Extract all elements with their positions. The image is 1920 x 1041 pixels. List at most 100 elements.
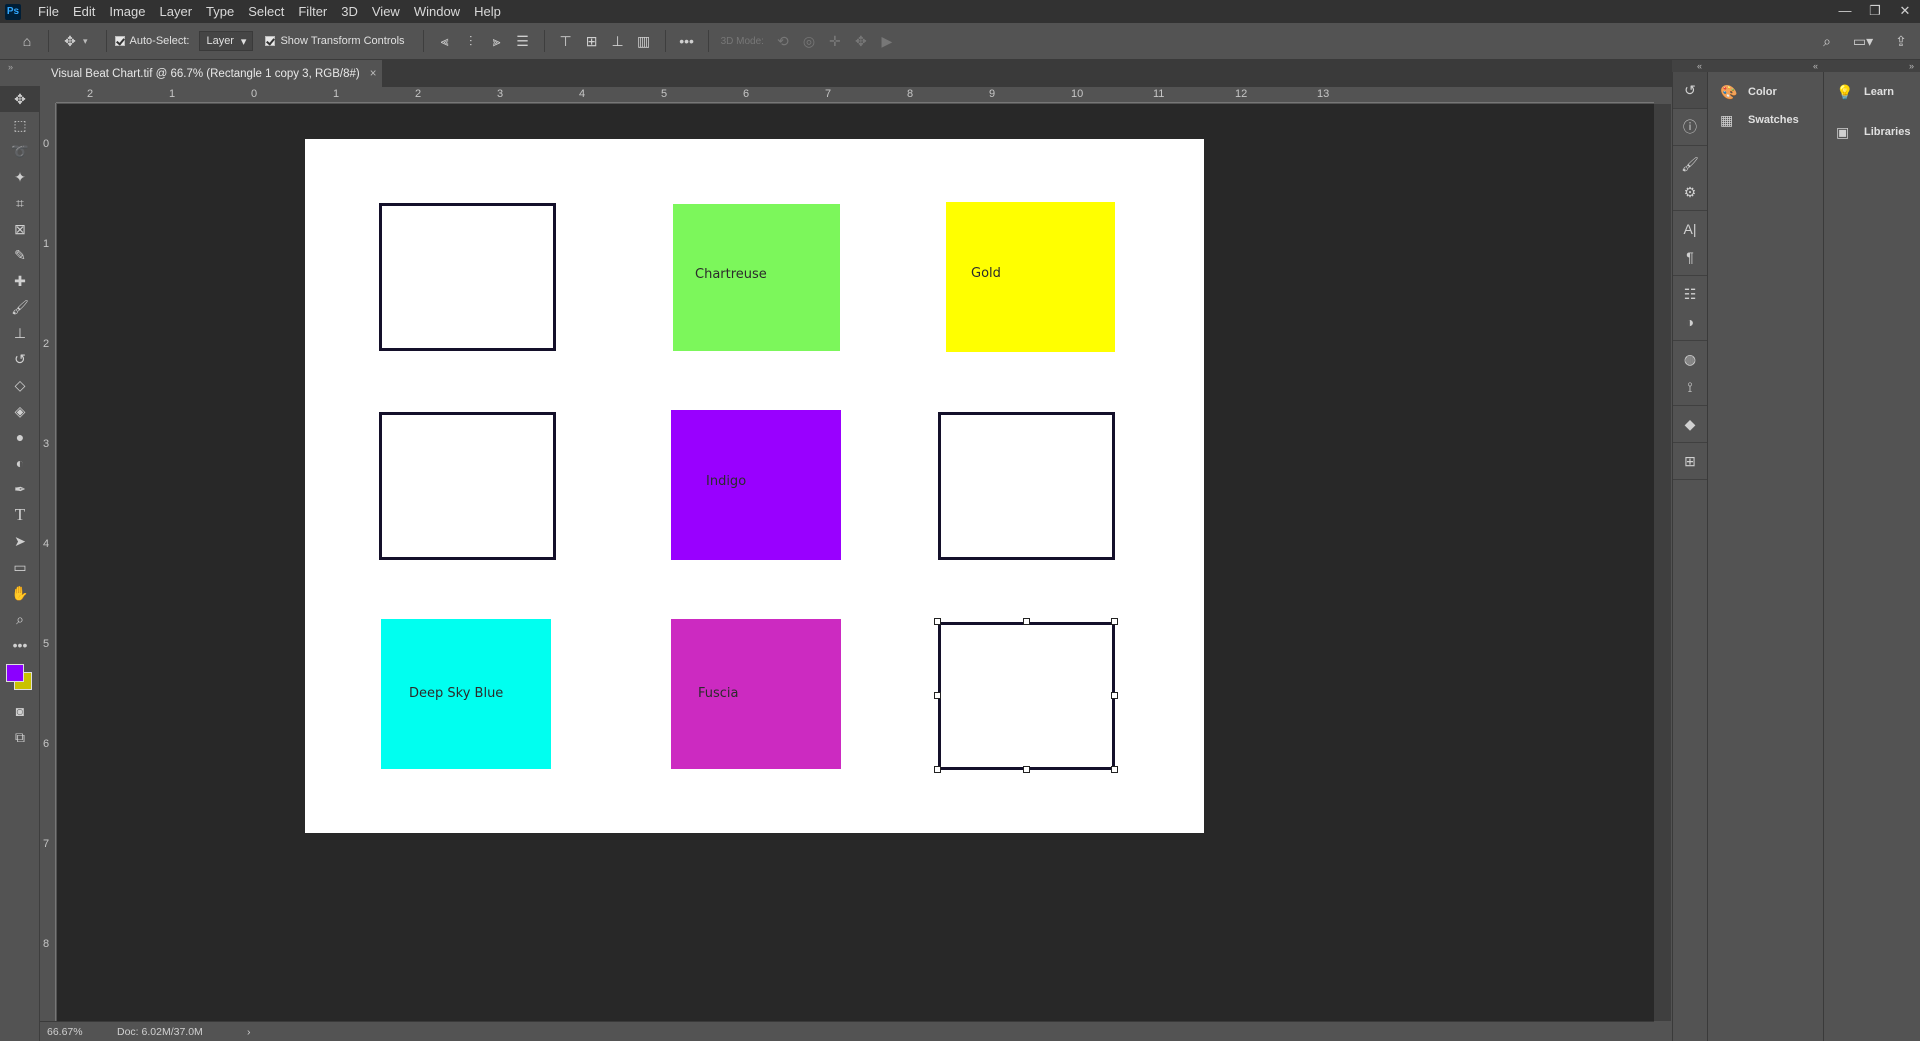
menu-layer[interactable]: Layer bbox=[153, 0, 200, 23]
auto-select-checkbox[interactable]: Auto-Select: bbox=[114, 35, 189, 47]
3d-pan-icon[interactable]: ✛ bbox=[822, 28, 848, 54]
paragraph-icon[interactable]: ¶ bbox=[1673, 243, 1707, 271]
color-swatch-rect[interactable] bbox=[938, 412, 1115, 560]
align-left-icon[interactable]: ⫷ bbox=[432, 28, 458, 54]
horizontal-ruler[interactable]: 2 1 0 1 2 3 4 5 6 7 8 9 10 11 12 13 bbox=[56, 87, 1654, 103]
chevron-down-icon[interactable]: ▾ bbox=[83, 36, 88, 47]
show-transform-controls-checkbox[interactable]: Show Transform Controls bbox=[265, 35, 405, 47]
history-brush-tool-icon[interactable]: ↺ bbox=[0, 346, 40, 372]
3d-camera-icon[interactable]: ▶ bbox=[874, 28, 900, 54]
distribute-horizontal-icon[interactable]: ☰ bbox=[510, 28, 536, 54]
collapse-panel-icon[interactable]: « bbox=[1708, 60, 1824, 72]
panel-color[interactable]: 🎨 Color bbox=[1708, 78, 1823, 106]
photoshop-logo-icon[interactable]: Ps bbox=[5, 3, 21, 20]
menu-filter[interactable]: Filter bbox=[291, 0, 334, 23]
move-tool-icon[interactable]: ✥ bbox=[0, 86, 40, 112]
align-middle-icon[interactable]: ⊞ bbox=[579, 28, 605, 54]
transform-handle[interactable] bbox=[1111, 618, 1118, 625]
properties-icon[interactable]: ☷ bbox=[1673, 280, 1707, 308]
timeline-icon[interactable]: ⊞ bbox=[1673, 447, 1707, 475]
color-swatch-rect[interactable]: Deep Sky Blue bbox=[381, 619, 551, 769]
zoom-tool-icon[interactable]: ⌕ bbox=[0, 606, 40, 632]
color-swatch-rect[interactable]: Indigo bbox=[671, 410, 841, 560]
healing-brush-tool-icon[interactable]: ✚ bbox=[0, 268, 40, 294]
auto-select-dropdown[interactable]: Layer ▾ bbox=[199, 31, 254, 51]
menu-select[interactable]: Select bbox=[241, 0, 291, 23]
3d-orbit-icon[interactable]: ⟲ bbox=[770, 28, 796, 54]
lasso-tool-icon[interactable]: ➰ bbox=[0, 138, 40, 164]
menu-view[interactable]: View bbox=[365, 0, 407, 23]
dodge-tool-icon[interactable]: ◐ bbox=[0, 450, 40, 476]
menu-type[interactable]: Type bbox=[199, 0, 241, 23]
brushes-icon[interactable]: 🖌 bbox=[1673, 150, 1707, 178]
transform-handle[interactable] bbox=[1022, 618, 1030, 625]
transform-handle[interactable] bbox=[1111, 692, 1118, 699]
brush-settings-icon[interactable]: ⚙ bbox=[1673, 178, 1707, 206]
vertical-scrollbar[interactable] bbox=[1654, 104, 1671, 1021]
eyedropper-tool-icon[interactable]: ✎ bbox=[0, 242, 40, 268]
more-options-icon[interactable]: ••• bbox=[674, 28, 700, 54]
color-swatch-rect[interactable]: Chartreuse bbox=[673, 204, 840, 351]
paths-icon[interactable]: ⟟ bbox=[1673, 373, 1707, 401]
distribute-vertical-icon[interactable]: ▥ bbox=[631, 28, 657, 54]
transform-handle[interactable] bbox=[934, 766, 941, 773]
path-selection-tool-icon[interactable]: ➤ bbox=[0, 528, 40, 554]
color-swatch-rect[interactable]: Gold bbox=[946, 202, 1115, 352]
hand-tool-icon[interactable]: ✋ bbox=[0, 580, 40, 606]
panel-learn[interactable]: 💡 Learn bbox=[1824, 78, 1920, 106]
align-center-icon[interactable]: ⫶ bbox=[458, 28, 484, 54]
toolbar-collapse-icon[interactable]: » bbox=[0, 60, 40, 86]
vertical-ruler[interactable]: 0 1 2 3 4 5 6 7 8 bbox=[40, 103, 56, 1021]
document-canvas[interactable]: Chartreuse Gold Indigo Deep Sky Blue Fuscia bbox=[305, 139, 1204, 833]
collapse-panel-icon[interactable]: » bbox=[1824, 60, 1920, 72]
crop-tool-icon[interactable]: ⌗ bbox=[0, 190, 40, 216]
color-swatch-rect[interactable] bbox=[379, 203, 556, 351]
magic-wand-tool-icon[interactable]: ✦ bbox=[0, 164, 40, 190]
stamp-tool-icon[interactable]: ⊥ bbox=[0, 320, 40, 346]
color-swatch-rect[interactable] bbox=[379, 412, 556, 560]
panel-swatches[interactable]: ▦ Swatches bbox=[1708, 106, 1823, 134]
transform-handle[interactable] bbox=[934, 692, 941, 699]
history-icon[interactable]: ↺ bbox=[1673, 76, 1707, 104]
rectangle-tool-icon[interactable]: ▭ bbox=[0, 554, 40, 580]
type-tool-icon[interactable]: T bbox=[0, 502, 40, 528]
align-bottom-icon[interactable]: ⊥ bbox=[605, 28, 631, 54]
search-icon[interactable]: ⌕ bbox=[1814, 28, 1840, 54]
3d-slide-icon[interactable]: ✥ bbox=[848, 28, 874, 54]
close-tab-icon[interactable]: × bbox=[370, 68, 377, 80]
edit-toolbar-icon[interactable]: ••• bbox=[0, 632, 40, 658]
status-menu-icon[interactable]: › bbox=[247, 1026, 251, 1038]
close-icon[interactable]: ✕ bbox=[1890, 0, 1920, 23]
canvas-area[interactable]: Chartreuse Gold Indigo Deep Sky Blue Fuscia bbox=[57, 104, 1654, 1021]
layers-icon[interactable]: ◆ bbox=[1673, 410, 1707, 438]
paint-bucket-tool-icon[interactable]: ◈ bbox=[0, 398, 40, 424]
workspace-icon[interactable]: ▭▾ bbox=[1850, 28, 1876, 54]
color-picker[interactable] bbox=[0, 658, 40, 698]
pen-tool-icon[interactable]: ✒ bbox=[0, 476, 40, 502]
move-tool-icon[interactable]: ✥ bbox=[57, 28, 83, 54]
document-tab[interactable]: Visual Beat Chart.tif @ 66.7% (Rectangle… bbox=[40, 60, 382, 87]
panel-libraries[interactable]: ▣ Libraries bbox=[1824, 118, 1920, 146]
foreground-color[interactable] bbox=[6, 664, 24, 682]
transform-handle[interactable] bbox=[1111, 766, 1118, 773]
align-top-icon[interactable]: ⊤ bbox=[553, 28, 579, 54]
transform-handle[interactable] bbox=[934, 618, 941, 625]
info-icon[interactable]: ⓘ bbox=[1673, 113, 1707, 141]
minimize-icon[interactable]: — bbox=[1830, 0, 1860, 23]
menu-3d[interactable]: 3D bbox=[334, 0, 365, 23]
menu-edit[interactable]: Edit bbox=[66, 0, 102, 23]
zoom-level[interactable]: 66.67% bbox=[47, 1026, 117, 1038]
character-icon[interactable]: A| bbox=[1673, 215, 1707, 243]
collapse-dock-icon[interactable]: « bbox=[1672, 60, 1708, 72]
screen-mode-icon[interactable]: ⧉ bbox=[0, 724, 40, 750]
adjustments-icon[interactable]: ◑ bbox=[1673, 308, 1707, 336]
menu-window[interactable]: Window bbox=[407, 0, 467, 23]
color-swatch-rect[interactable] bbox=[938, 622, 1115, 770]
transform-handle[interactable] bbox=[1022, 766, 1030, 773]
3d-roll-icon[interactable]: ◎ bbox=[796, 28, 822, 54]
frame-tool-icon[interactable]: ⊠ bbox=[0, 216, 40, 242]
marquee-tool-icon[interactable]: ⬚ bbox=[0, 112, 40, 138]
menu-help[interactable]: Help bbox=[467, 0, 508, 23]
align-right-icon[interactable]: ⫸ bbox=[484, 28, 510, 54]
quick-mask-icon[interactable]: ◙ bbox=[0, 698, 40, 724]
